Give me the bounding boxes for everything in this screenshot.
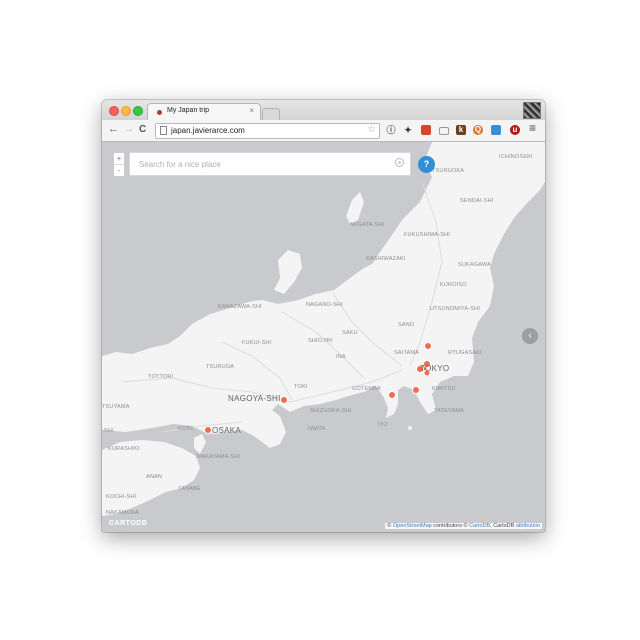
url-text[interactable]: japan.javierarce.com [171, 126, 245, 135]
city-label: SUKAGAWA [458, 262, 491, 268]
q-extension-icon[interactable]: Q [473, 125, 483, 135]
openstreetmap-link[interactable]: OpenStreetMap [393, 523, 432, 529]
trip-marker [424, 342, 432, 350]
map-attribution: © OpenStreetMap contributors © CartoDB, … [385, 523, 542, 529]
city-label: NAGOYA-SHI [228, 394, 281, 403]
city-label: RYUGASAKI [448, 350, 482, 356]
city-label: NIIGATA-SHI [350, 222, 385, 228]
forward-button[interactable]: → [123, 124, 134, 135]
city-label: KUROISO [440, 282, 467, 288]
sidebar-toggle-button[interactable]: ‹ [522, 328, 538, 344]
noto-peninsula [274, 250, 302, 294]
k-extension-icon[interactable]: k [456, 125, 466, 135]
city-label: TOKYO [420, 364, 450, 373]
zoom-control: + - [113, 152, 125, 177]
locate-icon[interactable] [395, 158, 404, 167]
city-label: FUKUSHIMA-SHI [404, 232, 450, 238]
honshu-landmass [102, 142, 545, 448]
izu-oshima [408, 426, 412, 430]
city-label: KASHIWAZAKI [366, 256, 406, 262]
city-label: TANABE [178, 486, 201, 492]
city-label: ANAN [146, 474, 163, 480]
city-label: SAKU [342, 330, 358, 336]
city-label: -SHI [102, 428, 114, 434]
city-label: INA [336, 354, 346, 360]
city-label: KOCHI-SHI [106, 494, 137, 500]
zoom-out-button[interactable]: - [114, 165, 124, 176]
city-label: NAKAMURA [106, 510, 139, 516]
trip-marker [412, 386, 420, 394]
trip-marker [204, 426, 212, 434]
browser-toolbar: ← → C japan.javierarce.com ☆ ⓘ ✦ k Q u ≡ [102, 120, 545, 142]
city-label: KANAZAWA-SHI [218, 304, 262, 310]
search-input[interactable] [139, 157, 379, 171]
minimize-window-button[interactable] [121, 106, 131, 116]
city-label: KURASHIKI [108, 446, 140, 452]
pin-icon[interactable]: ✦ [403, 125, 413, 135]
attribution-link[interactable]: attribution [516, 523, 540, 529]
city-label: TOKI [294, 384, 308, 390]
new-tab-button[interactable] [262, 108, 280, 120]
browser-window: My Japan trip × ← → C japan.javierarce.c… [102, 100, 545, 532]
cartodb-link[interactable]: CartoDB [469, 523, 490, 529]
zoom-window-button[interactable] [133, 106, 143, 116]
city-label: FUKUI-SHI [242, 340, 272, 346]
city-label: OSAKA [212, 426, 242, 435]
zoom-in-button[interactable]: + [114, 153, 124, 165]
city-label: SAITAMA [394, 350, 420, 356]
tab-bar: My Japan trip × [102, 100, 545, 121]
city-label: KOBE [178, 426, 195, 432]
city-label: ITO [378, 422, 388, 428]
city-label: TSURUGA [206, 364, 235, 370]
city-label: SENDAI-SHI [460, 198, 494, 204]
cast-icon[interactable] [439, 127, 449, 135]
city-label: TOTTORI [148, 374, 174, 380]
close-window-button[interactable] [109, 106, 119, 116]
city-label: TSUYAMA [102, 404, 130, 410]
info-icon[interactable]: ⓘ [386, 125, 396, 135]
city-label: TATEYAMA [434, 408, 465, 414]
back-button[interactable]: ← [108, 124, 119, 135]
cartodb-logo: CARTODB [109, 520, 148, 527]
city-label: SANO [398, 322, 415, 328]
sado-island [346, 192, 364, 224]
awaji-island [194, 434, 206, 454]
tab-title: My Japan trip [167, 107, 210, 114]
trip-marker [388, 391, 396, 399]
address-bar[interactable]: japan.javierarce.com ☆ [155, 123, 380, 139]
menu-icon[interactable]: ≡ [529, 122, 536, 134]
city-label: GOTEMBA [352, 386, 381, 392]
city-label: SHIZUOKA-SHI [310, 408, 352, 414]
city-label: UTSUNOMIYA-SHI [430, 306, 481, 312]
close-tab-icon[interactable]: × [249, 106, 254, 115]
trip-marker [280, 396, 288, 404]
u-extension-icon[interactable]: u [510, 125, 520, 135]
city-label: TSURUOKA [432, 168, 465, 174]
page-icon [160, 126, 167, 135]
screen-extension-icon[interactable] [491, 125, 501, 135]
city-label: NAGANO-SHI [306, 302, 343, 308]
profile-avatar[interactable] [523, 102, 541, 119]
favicon-icon [157, 110, 162, 115]
grid-extension-icon[interactable] [421, 125, 431, 135]
help-button[interactable]: ? [418, 156, 435, 173]
city-label: SHIOJIRI [308, 338, 333, 344]
city-label: IWATA [308, 426, 326, 432]
search-box [129, 152, 411, 176]
city-label: ICHINOSEKI [499, 154, 533, 160]
city-label: WAKAYAMA-SHI [196, 454, 241, 460]
tab-my-japan-trip[interactable]: My Japan trip × [147, 103, 261, 121]
bookmark-star-icon[interactable]: ☆ [367, 124, 376, 135]
city-label: KIMITSU [432, 386, 456, 392]
map-view[interactable]: ICHINOSEKI TSURUOKA SENDAI-SHI NIIGATA-S… [102, 142, 545, 532]
reload-button[interactable]: C [139, 124, 146, 135]
